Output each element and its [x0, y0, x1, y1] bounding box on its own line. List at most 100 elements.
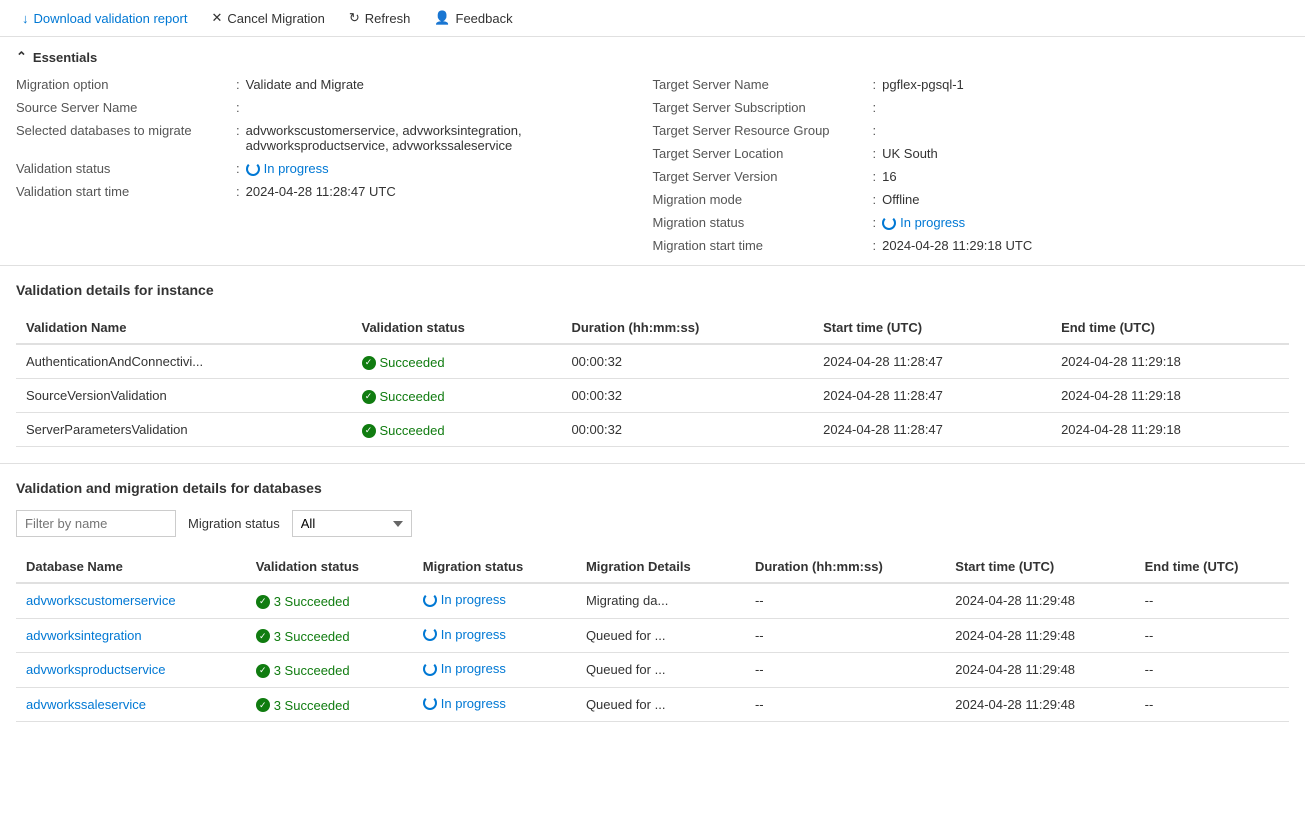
field-value: pgflex-pgsql-1 [882, 77, 964, 92]
cancel-migration-button[interactable]: ✕ Cancel Migration [201, 6, 334, 30]
table-column-header: Migration status [413, 551, 576, 583]
db-start-time: 2024-04-28 11:29:48 [945, 583, 1134, 618]
migration-table: Database NameValidation statusMigration … [16, 551, 1289, 722]
field-row: Source Server Name : [16, 100, 653, 115]
db-name[interactable]: advworkscustomerservice [16, 583, 246, 618]
table-row: advworksintegration ✓3 Succeeded In progre… [16, 618, 1289, 653]
field-row: Migration start time : 2024-04-28 11:29:… [653, 238, 1290, 253]
db-link[interactable]: advworksproductservice [26, 662, 165, 677]
db-duration: -- [745, 687, 945, 722]
refresh-icon: ↻ [349, 10, 360, 26]
table-column-header: Database Name [16, 551, 246, 583]
colon: : [873, 100, 877, 115]
feedback-icon: 👤 [434, 10, 450, 26]
toolbar: ↓ Download validation report ✕ Cancel Mi… [0, 0, 1305, 37]
field-label: Migration mode [653, 192, 873, 207]
db-duration: -- [745, 618, 945, 653]
succeeded-status: ✓3 Succeeded [256, 663, 350, 678]
field-label: Target Server Version [653, 169, 873, 184]
field-row: Selected databases to migrate : advworks… [16, 123, 653, 153]
table-column-header: Duration (hh:mm:ss) [561, 312, 813, 344]
succeeded-status: ✓Succeeded [362, 389, 445, 404]
db-start-time: 2024-04-28 11:29:48 [945, 687, 1134, 722]
validation-status: ✓Succeeded [352, 344, 562, 379]
db-link[interactable]: advworkscustomerservice [26, 593, 176, 608]
succeeded-status: ✓3 Succeeded [256, 594, 350, 609]
field-row: Target Server Location : UK South [653, 146, 1290, 161]
db-migration-details: Queued for ... [576, 687, 745, 722]
field-label: Validation status [16, 161, 236, 176]
field-value: UK South [882, 146, 938, 161]
field-value: Validate and Migrate [246, 77, 364, 92]
validation-table-header: Validation NameValidation statusDuration… [16, 312, 1289, 344]
validation-start: 2024-04-28 11:28:47 [813, 344, 1051, 379]
field-row: Migration status : In progress [653, 215, 1290, 230]
download-label: Download validation report [34, 11, 188, 26]
feedback-button[interactable]: 👤 Feedback [424, 6, 522, 30]
validation-end: 2024-04-28 11:29:18 [1051, 344, 1289, 379]
check-icon: ✓ [362, 390, 376, 404]
db-migration-details: Migrating da... [576, 583, 745, 618]
filter-input[interactable] [16, 510, 176, 537]
colon: : [236, 100, 240, 115]
validation-status: ✓Succeeded [352, 413, 562, 447]
field-label: Source Server Name [16, 100, 236, 115]
validation-start: 2024-04-28 11:28:47 [813, 379, 1051, 413]
db-migration-details: Queued for ... [576, 618, 745, 653]
colon: : [873, 169, 877, 184]
migration-details-title: Validation and migration details for dat… [16, 480, 1289, 496]
validation-name: AuthenticationAndConnectivi... [16, 344, 352, 379]
table-column-header: Migration Details [576, 551, 745, 583]
field-label: Migration option [16, 77, 236, 92]
db-migration-status: In progress [413, 618, 576, 653]
inprogress-status: In progress [423, 661, 506, 676]
db-link[interactable]: advworkssaleservice [26, 697, 146, 712]
db-name[interactable]: advworksproductservice [16, 653, 246, 688]
colon: : [873, 123, 877, 138]
spinner-icon [423, 696, 437, 710]
table-column-header: End time (UTC) [1135, 551, 1289, 583]
db-end-time: -- [1135, 583, 1289, 618]
table-row: advworkssaleservice ✓3 Succeeded In progre… [16, 687, 1289, 722]
db-validation-status: ✓3 Succeeded [246, 618, 413, 653]
db-name[interactable]: advworkssaleservice [16, 687, 246, 722]
table-column-header: Validation status [246, 551, 413, 583]
refresh-button[interactable]: ↻ Refresh [339, 6, 420, 30]
check-icon: ✓ [256, 698, 270, 712]
field-row: Target Server Version : 16 [653, 169, 1290, 184]
db-migration-status: In progress [413, 583, 576, 618]
colon: : [873, 146, 877, 161]
field-label: Migration start time [653, 238, 873, 253]
field-value: 2024-04-28 11:28:47 UTC [246, 184, 396, 199]
db-end-time: -- [1135, 618, 1289, 653]
db-validation-status: ✓3 Succeeded [246, 583, 413, 618]
colon: : [873, 192, 877, 207]
inprogress-status: In progress [423, 627, 506, 642]
succeeded-status: ✓3 Succeeded [256, 698, 350, 713]
db-link[interactable]: advworksintegration [26, 628, 142, 643]
field-label: Target Server Name [653, 77, 873, 92]
succeeded-status: ✓Succeeded [362, 355, 445, 370]
db-duration: -- [745, 583, 945, 618]
succeeded-status: ✓3 Succeeded [256, 629, 350, 644]
validation-duration: 00:00:32 [561, 413, 813, 447]
db-duration: -- [745, 653, 945, 688]
inprogress-status: In progress [423, 592, 506, 607]
colon: : [236, 77, 240, 92]
essentials-section: ⌃ Essentials Migration option : Validate… [0, 37, 1305, 266]
colon: : [873, 238, 877, 253]
validation-details-title: Validation details for instance [16, 282, 1289, 298]
cancel-label: Cancel Migration [227, 11, 325, 26]
field-value: In progress [882, 215, 965, 230]
check-icon: ✓ [362, 424, 376, 438]
field-row: Target Server Name : pgflex-pgsql-1 [653, 77, 1290, 92]
spinner-icon [423, 627, 437, 641]
spinner-icon [423, 593, 437, 607]
essentials-toggle[interactable]: ⌃ Essentials [16, 49, 1289, 65]
field-label: Target Server Subscription [653, 100, 873, 115]
field-value: advworkscustomerservice, advworksintegra… [246, 123, 653, 153]
download-button[interactable]: ↓ Download validation report [12, 7, 197, 30]
migration-status-select[interactable]: AllIn progressSucceededFailed [292, 510, 412, 537]
db-migration-status: In progress [413, 687, 576, 722]
db-name[interactable]: advworksintegration [16, 618, 246, 653]
